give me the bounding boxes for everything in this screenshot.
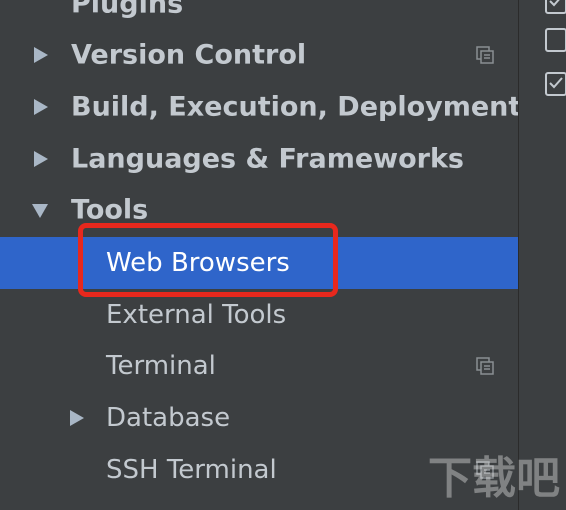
tree-item-web-browsers[interactable]: Web Browsers (0, 237, 518, 289)
tree-item-database[interactable]: Database (0, 392, 518, 444)
expand-arrow-icon[interactable] (34, 47, 48, 63)
tree-item-label: Plugins (71, 0, 184, 20)
tree-item-external-tools[interactable]: External Tools (0, 289, 518, 341)
checkmark-icon (549, 77, 563, 89)
collapse-arrow-icon[interactable] (32, 204, 48, 218)
tree-item-label: SSH Terminal (106, 455, 277, 485)
tree-item-label: Tools (71, 194, 149, 226)
tree-item-languages-frameworks[interactable]: Languages & Frameworks (0, 133, 518, 185)
tree-item-label: Web Browsers (106, 248, 290, 278)
option-checkbox-3[interactable] (545, 72, 566, 96)
expand-arrow-icon[interactable] (70, 410, 84, 426)
tree-item-label: Build, Execution, Deployment (71, 91, 519, 123)
tree-item-label: Version Control (71, 39, 307, 71)
tree-item-terminal[interactable]: Terminal (0, 340, 518, 392)
option-checkbox-1[interactable] (545, 0, 566, 14)
checkmark-icon (549, 0, 560, 7)
tree-item-tools[interactable]: Tools (0, 184, 518, 236)
tree-item-label: Terminal (106, 351, 216, 381)
tree-item-label: External Tools (106, 300, 287, 330)
tree-item-label: Database (106, 403, 231, 433)
project-settings-icon (476, 46, 494, 64)
tree-item-plugins[interactable]: Plugins (0, 0, 518, 30)
settings-tree: Plugins Version Control Build, Execution… (0, 0, 519, 510)
settings-content-pane (519, 0, 566, 510)
expand-arrow-icon[interactable] (34, 99, 48, 115)
tree-item-version-control[interactable]: Version Control (0, 29, 518, 81)
option-checkbox-2[interactable] (545, 28, 566, 52)
expand-arrow-icon[interactable] (34, 151, 48, 167)
tree-item-build-execution-deployment[interactable]: Build, Execution, Deployment (0, 81, 518, 133)
tree-item-label: Languages & Frameworks (71, 143, 465, 175)
project-settings-icon (476, 357, 494, 375)
watermark-logo: 下载吧 (428, 453, 560, 504)
